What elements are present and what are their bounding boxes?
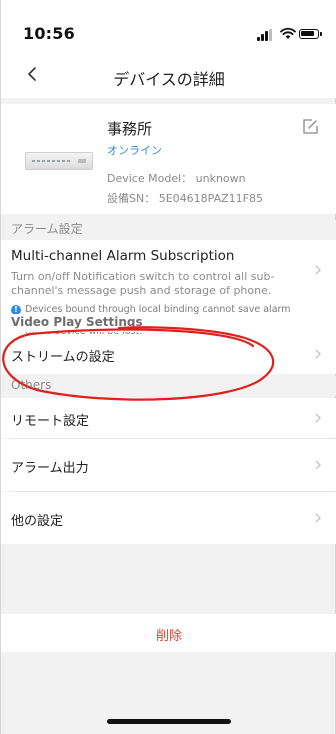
device-image: [25, 152, 93, 170]
status-time: 10:56: [23, 24, 75, 43]
other-settings-label: 他の設定: [11, 514, 64, 529]
chevron-right-icon: [315, 265, 321, 275]
status-icons: [257, 27, 322, 41]
alarm-subscription-description: Turn on/off Notification switch to contr…: [11, 270, 275, 297]
device-name: 事務所: [107, 120, 153, 138]
other-settings-row[interactable]: 他の設定: [1, 492, 336, 544]
alarm-subscription-title: Multi-channel Alarm Subscription: [11, 248, 235, 264]
stream-settings-row[interactable]: ストリームの設定: [1, 334, 336, 374]
section-header-alarm: アラーム設定: [1, 220, 336, 240]
delete-label: 削除: [155, 629, 182, 644]
nav-bar: デバイスの詳細: [1, 52, 336, 98]
chevron-right-icon: [315, 460, 321, 470]
remote-settings-row[interactable]: リモート設定: [1, 398, 336, 438]
delete-button[interactable]: 削除: [1, 614, 336, 652]
wifi-icon: [280, 27, 296, 39]
stream-settings-label: ストリームの設定: [11, 350, 115, 365]
edit-icon[interactable]: [299, 116, 321, 138]
remote-settings-label: リモート設定: [11, 414, 90, 429]
alarm-output-label: アラーム出力: [11, 461, 89, 476]
chevron-right-icon: [315, 513, 321, 523]
phone-screen: 10:56 デバイスの詳細 事務所 オンライン Device Model： un…: [0, 0, 336, 734]
device-card: 事務所 オンライン Device Model： unknown 設備SN： 5E…: [1, 104, 336, 214]
section-header-others: Others: [1, 376, 336, 396]
page-title: デバイスの詳細: [113, 70, 225, 89]
alarm-output-row[interactable]: アラーム出力: [1, 439, 336, 491]
home-indicator: [107, 719, 231, 724]
battery-icon: [299, 29, 322, 39]
chevron-right-icon: [315, 413, 321, 423]
status-bar: 10:56: [1, 0, 336, 52]
device-status: オンライン: [107, 144, 162, 157]
chevron-right-icon: [315, 349, 321, 359]
device-model: Device Model： unknown: [107, 172, 246, 185]
section-header-video: Video Play Settings: [1, 314, 336, 332]
device-sn: 設備SN： 5E04618PAZ11F85: [107, 192, 263, 205]
